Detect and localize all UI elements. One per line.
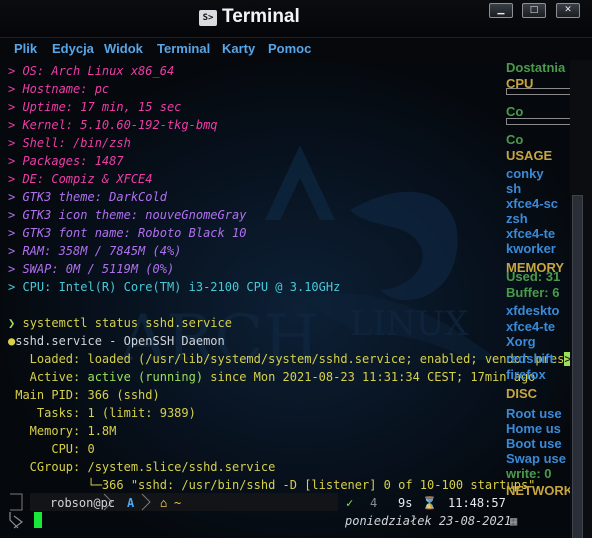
conky-line: Home us <box>506 421 561 436</box>
conky-line: Dostatnia <box>506 60 566 75</box>
prompt-bracket-icon <box>10 493 23 511</box>
conky-line: zsh <box>506 211 528 226</box>
hourglass-icon: ⌛ <box>422 496 437 510</box>
service-tasks: Tasks: 1 (limit: 9389) <box>8 404 196 422</box>
loaded-value: loaded (/usr/lib/systemd/system/sshd.ser… <box>80 352 565 366</box>
sysinfo-line: > OS: Arch Linux x86_64 <box>8 64 175 78</box>
maximize-icon[interactable]: □ <box>522 3 546 18</box>
cgroup-value: /system.slice/sshd.service <box>80 460 276 474</box>
conky-line: firefox <box>506 367 546 382</box>
conky-line: xfce4-sc <box>506 196 559 211</box>
prompt-date: poniedziałek 23-08-2021 <box>345 514 512 528</box>
service-memory: Memory: 1.8M <box>8 422 117 440</box>
menu-edycja[interactable]: Edycja <box>52 41 94 56</box>
conky-progress-bar <box>506 88 570 95</box>
scrollbar-thumb[interactable] <box>572 195 583 538</box>
menu-pomoc[interactable]: Pomoc <box>268 41 311 56</box>
command-line: ❯ systemctl status sshd.service <box>8 314 232 332</box>
tasks-value: 1 (limit: 9389) <box>80 406 196 420</box>
title-bar[interactable]: S> Terminal ▁ □ ✕ <box>0 0 592 38</box>
prompt-arrow-icon <box>9 512 23 529</box>
conky-line: DISC <box>506 386 538 401</box>
sysinfo-line: > GTK3 theme: DarkCold <box>8 190 167 204</box>
prompt-dir: ~ <box>174 496 182 510</box>
command-duration: 9s <box>398 496 413 510</box>
menu-terminal[interactable]: Terminal <box>157 41 210 56</box>
loaded-label: Loaded: <box>8 352 81 366</box>
conky-line: USAGE <box>506 148 553 163</box>
conky-line: xfce4-te <box>506 226 556 241</box>
conky-line: Swap use <box>506 451 566 466</box>
arch-logo-icon: A <box>127 496 135 510</box>
sysinfo-line: > Hostname: pc <box>8 82 110 96</box>
conky-line: write: 0 <box>506 466 552 481</box>
menu-plik[interactable]: Plik <box>14 41 37 56</box>
conky-line: Root use <box>506 406 562 421</box>
cpu-label: CPU: <box>8 442 81 456</box>
menu-karty[interactable]: Karty <box>222 41 255 56</box>
conky-progress-bar <box>506 118 570 125</box>
conky-line: NETWORK <box>506 483 570 498</box>
conky-line: sh <box>506 181 522 196</box>
sysinfo-line: > Kernel: 5.10.60-192-tkg-bmq <box>8 118 218 132</box>
memory-value: 1.8M <box>80 424 117 438</box>
conky-line: Co <box>506 132 524 147</box>
sysinfo-line: > DE: Compiz & XFCE4 <box>8 172 153 186</box>
minimize-icon[interactable]: ▁ <box>489 3 513 18</box>
conky-panel: Dostatnia CPU Co Co USAGE conky sh xfce4-sc zsh x… <box>503 60 570 538</box>
conky-line: kworker <box>506 241 556 256</box>
sysinfo-line: > Packages: 1487 <box>8 154 124 168</box>
menu-widok[interactable]: Widok <box>104 41 143 56</box>
terminal-window: S> Terminal ▁ □ ✕ Plik Edycja Widok Term… <box>0 0 592 538</box>
service-cgroup: CGroup: /system.slice/sshd.service <box>8 458 276 476</box>
sysinfo-line: > GTK3 font name: Roboto Black 10 <box>8 226 247 240</box>
sysinfo-line: > Shell: /bin/zsh <box>8 136 131 150</box>
sysinfo-line: > Uptime: 17 min, 15 sec <box>8 100 182 114</box>
conky-line: Co <box>506 104 524 119</box>
check-icon: ✓ <box>346 496 354 510</box>
command-text: systemctl status sshd.service <box>22 316 232 330</box>
service-loaded: Loaded: loaded (/usr/lib/systemd/system/… <box>8 350 570 368</box>
active-state: active (running) <box>80 370 204 384</box>
service-mainpid: Main PID: 366 (sshd) <box>8 386 160 404</box>
sysinfo-line: > RAM: 358M / 7845M (4%) <box>8 244 182 258</box>
separator-icon <box>141 493 151 511</box>
scrollbar[interactable] <box>570 60 592 538</box>
conky-line: Boot use <box>506 436 562 451</box>
conky-line: xfce4-te <box>506 319 556 334</box>
mainpid-value: 366 (sshd) <box>80 388 160 402</box>
service-header: ●sshd.service - OpenSSH Daemon <box>8 332 225 350</box>
conky-line: conky <box>506 166 544 181</box>
sysinfo-line: > SWAP: 0M / 5119M (0%) <box>8 262 175 276</box>
prompt-arrow-icon: ❯ <box>8 316 16 330</box>
conky-line: Used: 31 <box>506 269 561 284</box>
cursor[interactable] <box>34 512 42 528</box>
menu-bar: Plik Edycja Widok Terminal Karty Pomoc <box>0 38 592 60</box>
service-cpu: CPU: 0 <box>8 440 95 458</box>
window-title: Terminal <box>222 6 300 27</box>
tasks-label: Tasks: <box>8 406 81 420</box>
conky-line: xfdeskto <box>506 303 560 318</box>
memory-label: Memory: <box>8 424 81 438</box>
service-title: sshd.service - OpenSSH Daemon <box>15 334 225 348</box>
prompt-user: robson@pc <box>50 496 116 510</box>
terminal-icon: S> <box>199 10 217 26</box>
svg-text:LINUX: LINUX <box>350 304 469 344</box>
close-icon[interactable]: ✕ <box>556 3 580 18</box>
conky-line: Xorg <box>506 334 536 349</box>
sysinfo-line: > GTK3 icon theme: nouveGnomeGray <box>8 208 247 222</box>
terminal-output[interactable]: ARCH LINUX > OS: Arch Linux x86_64 > Host… <box>0 60 570 538</box>
conky-line: redshift <box>506 351 554 366</box>
active-since: since Mon 2021-08-23 11:31:34 CEST; 17mi… <box>203 370 536 384</box>
home-icon: ⌂ <box>160 496 168 510</box>
active-label: Active: <box>8 370 81 384</box>
jobs-count: 4 <box>370 496 378 510</box>
sysinfo-line: > CPU: Intel(R) Core(TM) i3-2100 CPU @ 3… <box>8 280 341 294</box>
prompt-time: 11:48:57 <box>448 496 506 510</box>
mainpid-label: Main PID: <box>8 388 81 402</box>
service-active: Active: active (running) since Mon 2021-… <box>8 368 536 386</box>
cpu-value: 0 <box>80 442 95 456</box>
cgroup-label: CGroup: <box>8 460 81 474</box>
conky-line: Buffer: 6 <box>506 285 560 300</box>
